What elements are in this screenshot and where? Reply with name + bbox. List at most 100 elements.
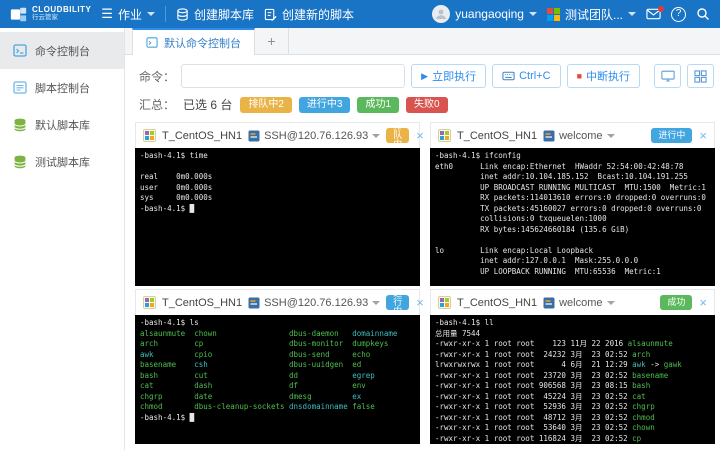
topbar-divider [165,6,166,22]
terminal-window: T_CentOS_HN1 SSH@120.76.126.93 进行中 × [135,289,420,444]
tab-bar: 默认命令控制台 + [125,28,720,55]
ctrl-c-button[interactable]: Ctrl+C [492,64,560,88]
terminal-line: eth0 Link encap:Ethernet HWaddr 52:54:00… [435,162,710,173]
terminal-line: -rwxr-xr-x 1 root root 116824 3月 23 02:5… [435,434,710,445]
terminal-grid: T_CentOS_HN1 SSH@120.76.126.93 排队中 × [135,122,715,444]
team-menu[interactable]: 测试团队... [547,6,636,23]
terminal-line: -bash-4.1$ ls [140,318,415,329]
grid-layout-button[interactable] [687,64,714,88]
tab-default-command-console[interactable]: 默认命令控制台 [132,28,255,55]
create-script-library-button[interactable]: 创建脚本库 [176,6,254,23]
terminal-line: -rwxr-xr-x 1 root root 45224 3月 23 02:52… [435,392,710,403]
terminal-line: awk cpio dbus-send echo [140,350,415,361]
hamburger-icon: ☰ [101,6,113,22]
brand-logo[interactable]: CLOUDBILITY 行云管家 [10,6,91,23]
terminal-output[interactable]: -bash-4.1$ ll总用量 7544-rwxr-xr-x 1 root r… [430,315,715,444]
nav-menu-label: 作业 [118,6,142,23]
close-icon[interactable]: × [416,296,424,309]
terminal-line: 总用量 7544 [435,329,710,340]
play-icon: ▶ [421,71,428,82]
terminal-output[interactable]: -bash-4.1$ lsalsaunmute chown dbus-daemo… [135,315,420,444]
terminal-line: lrwxrwxrwx 1 root root 4 6月 21 12:29 awk… [435,360,710,371]
terminal-line: -bash-4.1$ █ [140,204,415,215]
centos-host-icon [438,129,451,142]
summary-status-badge: 成功1 [357,97,399,113]
terminal-line: collisions:0 txqueuelen:1000 [435,214,710,225]
summary-status-badge: 失败0 [406,97,448,113]
terminal-line: lo Link encap:Local Loopback [435,246,710,257]
team-name: 测试团队... [565,6,623,23]
terminal-line: real 0m0.000s [140,172,415,183]
terminal-line: UP LOOPBACK RUNNING MTU:65536 Metric:1 [435,267,710,278]
sidebar-item-test-script-library[interactable]: 测试脚本库 [0,143,124,180]
terminal-line: -rwxr-xr-x 1 root root 906568 3月 23 08:1… [435,381,710,392]
chevron-down-icon [147,12,155,16]
session-selector[interactable]: SSH@120.76.126.93 [248,297,380,309]
terminal-line: -rwxr-xr-x 1 root root 123 11月 22 2016 a… [435,339,710,350]
command-input[interactable] [181,64,405,88]
terminal-line: sys 0m0.000s [140,193,415,204]
sidebar-item-script-console[interactable]: 脚本控制台 [0,69,124,106]
close-icon[interactable]: × [416,129,424,142]
terminal-window: T_CentOS_HN1 SSH@120.76.126.93 排队中 × [135,122,420,286]
terminal-window: T_CentOS_HN1 welcome 进行中 × [430,122,715,286]
main-content: 默认命令控制台 + 命令： ▶ 立即执行 Ctrl+C ■ [125,28,720,450]
session-name: welcome [559,297,602,309]
create-new-script-button[interactable]: 创建新的脚本 [264,6,354,23]
notifications-button[interactable] [646,8,661,20]
host-name: T_CentOS_HN1 [457,130,537,142]
chevron-down-icon [607,134,615,138]
notification-dot [658,6,664,12]
centos-host-icon [143,129,156,142]
session-selector[interactable]: welcome [543,297,614,309]
selected-count: 已选 6 台 [183,96,232,113]
command-label: 命令： [139,68,175,85]
help-button[interactable]: ? [671,7,686,22]
session-selector[interactable]: welcome [543,130,614,142]
session-name: welcome [559,130,602,142]
console-tab-icon [146,37,158,48]
sidebar-item-label: 脚本控制台 [35,80,90,96]
terminal-output[interactable]: -bash-4.1$ ifconfigeth0 Link encap:Ether… [430,148,715,286]
terminal-window: T_CentOS_HN1 welcome 成功 × [430,289,715,444]
terminal-line: UP BROADCAST RUNNING MULTICAST MTU:1500 … [435,183,710,194]
nav-menu-jobs[interactable]: ☰ 作业 [101,6,155,23]
script-library-icon [13,118,27,132]
close-icon[interactable]: × [699,129,707,142]
terminal-line: -bash-4.1$ █ [140,413,415,424]
session-name: SSH@120.76.126.93 [264,130,368,142]
status-badge: 进行中 [386,295,409,310]
avatar [432,5,450,23]
session-icon [543,130,555,142]
terminal-output[interactable]: -bash-4.1$ time real 0m0.000suser 0m0.00… [135,148,420,286]
fullscreen-terminal-button[interactable] [654,64,681,88]
keyboard-icon [502,71,515,81]
close-icon[interactable]: × [699,296,707,309]
brand-subtitle: 行云管家 [32,15,91,22]
terminal-line: -rwxr-xr-x 1 root root 48712 3月 23 02:52… [435,413,710,424]
terminal-line: -bash-4.1$ ifconfig [435,151,710,162]
user-menu[interactable]: yuangaoqing [432,5,537,23]
script-console-icon [13,81,27,94]
centos-host-icon [438,296,451,309]
add-tab-button[interactable]: + [255,28,289,54]
interrupt-button[interactable]: ■ 中断执行 [567,64,640,88]
terminal-line: inet addr:10.104.185.152 Bcast:10.104.19… [435,172,710,183]
terminal-line: -rwxr-xr-x 1 root root 53640 3月 23 02:52… [435,423,710,434]
search-button[interactable] [696,7,710,21]
execute-now-button[interactable]: ▶ 立即执行 [411,64,486,88]
sidebar-item-default-script-library[interactable]: 默认脚本库 [0,106,124,143]
terminal-header: T_CentOS_HN1 welcome 进行中 × [430,122,715,148]
chevron-down-icon [607,301,615,305]
session-icon [248,130,260,142]
sidebar-item-command-console[interactable]: 命令控制台 [0,32,124,69]
session-selector[interactable]: SSH@120.76.126.93 [248,130,380,142]
chevron-down-icon [628,12,636,16]
team-icon [547,8,560,21]
terminal-line: chmod dbus-cleanup-sockets dnsdomainname… [140,402,415,413]
status-badge: 进行中 [651,128,692,143]
search-icon [696,7,710,21]
terminal-line: arch cp dbus-monitor dumpkeys [140,339,415,350]
terminal-line: RX bytes:145624660184 (135.6 GiB) [435,225,710,236]
plus-icon: + [267,33,275,49]
